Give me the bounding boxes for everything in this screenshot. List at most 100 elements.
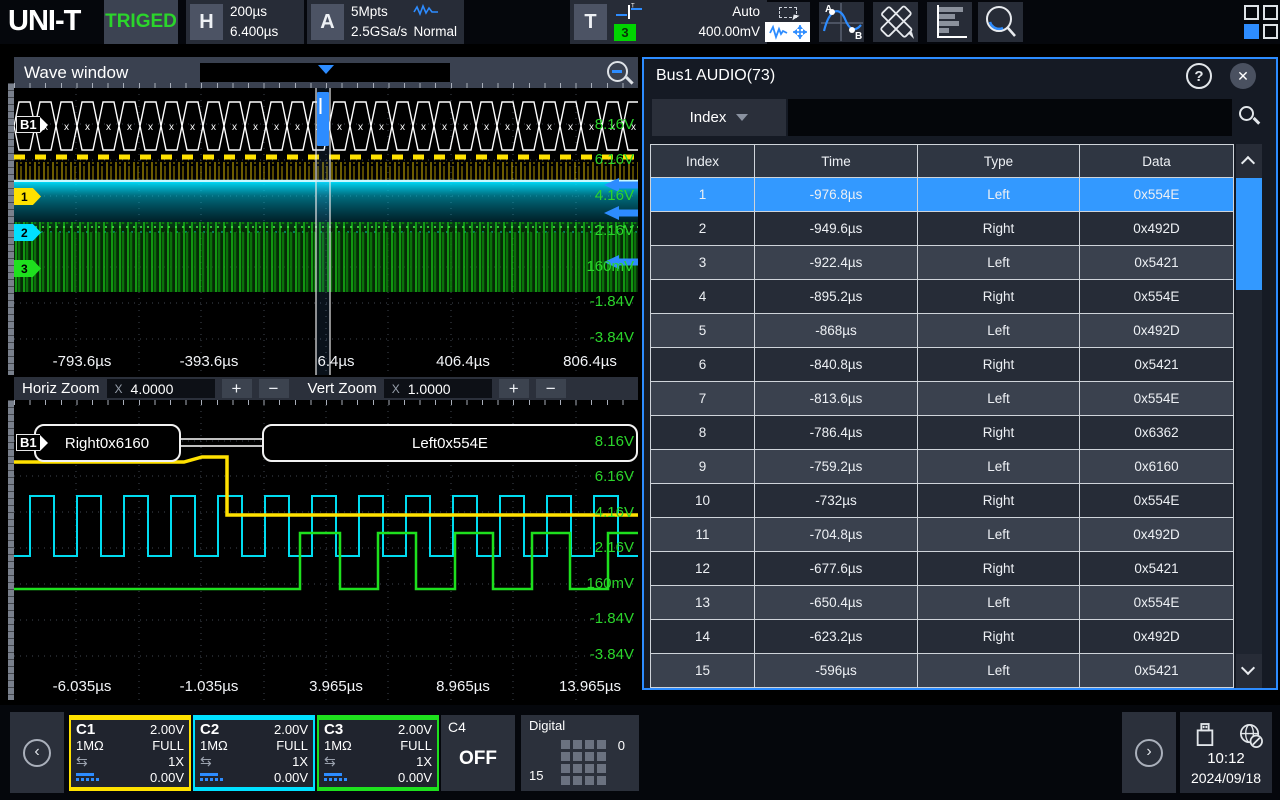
channel-3-card[interactable]: C32.00V 1MΩFULL ⇆1X 0.00V	[317, 715, 439, 791]
cell-index: 1	[650, 178, 755, 212]
table-row[interactable]: 14 -623.2µs Right 0x492D	[650, 620, 1234, 654]
dc-coupling-icon: ⇆	[200, 754, 210, 769]
cell-data: 0x492D	[1080, 314, 1234, 348]
vert-zoom-input[interactable]: X1.0000	[384, 379, 492, 398]
channel-2-card[interactable]: C22.00V 1MΩFULL ⇆1X 0.00V	[193, 715, 315, 791]
trigger-source-badge: 3	[614, 24, 636, 41]
cell-index: 4	[650, 280, 755, 314]
histogram-icon	[929, 3, 971, 41]
table-row[interactable]: 10 -732µs Right 0x554E	[650, 484, 1234, 518]
close-icon[interactable]: ✕	[1230, 63, 1256, 89]
table-scrollbar[interactable]	[1236, 144, 1262, 688]
acquire-settings-button[interactable]: A 5Mpts 2.5GSa/s Normal	[307, 0, 464, 44]
col-header-index: Index	[650, 144, 755, 178]
cell-type: Right	[918, 212, 1080, 246]
cell-type: Left	[918, 382, 1080, 416]
system-status-card[interactable]: 10:12 2024/09/18	[1180, 712, 1272, 793]
cell-type: Right	[918, 484, 1080, 518]
table-row[interactable]: 9 -759.2µs Left 0x6160	[650, 450, 1234, 484]
zoom-waveform-area[interactable]: Right0x6160 Left0x554E B1 8.16V6.16V 4.1…	[14, 405, 638, 700]
cell-type: Left	[918, 314, 1080, 348]
selection-rect-icon	[765, 2, 810, 22]
scroll-down-button[interactable]	[1236, 654, 1262, 688]
cell-type: Left	[918, 518, 1080, 552]
scroll-up-button[interactable]	[1236, 144, 1262, 178]
cell-data: 0x554E	[1080, 484, 1234, 518]
zoom-tool-button[interactable]	[978, 2, 1023, 42]
table-row[interactable]: 11 -704.8µs Left 0x492D	[650, 518, 1234, 552]
cursor-measure-button[interactable]: A B	[819, 2, 864, 42]
bandwidth-icon	[200, 773, 224, 782]
bus-decode-bubbles: Right0x6160 Left0x554E	[35, 425, 637, 461]
table-row[interactable]: 5 -868µs Left 0x492D	[650, 314, 1234, 348]
horiz-zoom-input[interactable]: X4.0000	[107, 379, 215, 398]
cell-data: 0x6160	[1080, 450, 1234, 484]
table-row[interactable]: 1 -976.8µs Left 0x554E	[650, 178, 1234, 212]
window-layout-button[interactable]	[1238, 2, 1280, 42]
table-row[interactable]: 2 -949.6µs Right 0x492D	[650, 212, 1234, 246]
cell-type: Left	[918, 654, 1080, 688]
col-header-data: Data	[1080, 144, 1234, 178]
horiz-zoom-increase-button[interactable]: +	[222, 379, 252, 398]
vert-zoom-label: Vert Zoom	[308, 380, 377, 397]
scroll-channels-right-button[interactable]: ›	[1122, 712, 1176, 793]
timebase-scale: 200µs	[230, 3, 278, 21]
usb-icon	[1194, 721, 1216, 749]
horizontal-key: H	[190, 4, 223, 40]
waveform-move-tool-button[interactable]	[765, 2, 810, 42]
zoom-out-icon[interactable]	[607, 61, 628, 82]
cell-index: 7	[650, 382, 755, 416]
timebase-delay: 6.400µs	[230, 23, 278, 41]
main-waveform-area[interactable]: x	[14, 88, 638, 375]
bandwidth-icon	[76, 773, 100, 782]
cell-index: 2	[650, 212, 755, 246]
statistics-button[interactable]	[927, 2, 972, 42]
vert-zoom-increase-button[interactable]: +	[499, 379, 529, 398]
zoom-region-cursor[interactable]	[316, 88, 330, 375]
table-row[interactable]: 4 -895.2µs Right 0x554E	[650, 280, 1234, 314]
cell-data: 0x492D	[1080, 212, 1234, 246]
trigger-status-badge: TRIGED	[104, 0, 178, 44]
table-row[interactable]: 3 -922.4µs Left 0x5421	[650, 246, 1234, 280]
channel-4-card[interactable]: C4 OFF	[441, 715, 515, 791]
cell-time: -976.8µs	[755, 178, 918, 212]
channel-1-card[interactable]: C12.00V 1MΩFULL ⇆1X 0.00V	[69, 715, 191, 791]
measure-button[interactable]	[873, 2, 918, 42]
wave-window-title: Wave window	[24, 63, 128, 83]
cell-time: -895.2µs	[755, 280, 918, 314]
trigger-settings-button[interactable]: T T 3 Auto 400.00mV	[570, 0, 767, 44]
search-button[interactable]	[1232, 99, 1268, 136]
bandwidth-icon	[324, 773, 348, 782]
cell-time: -949.6µs	[755, 212, 918, 246]
table-row[interactable]: 7 -813.6µs Left 0x554E	[650, 382, 1234, 416]
table-row[interactable]: 12 -677.6µs Right 0x5421	[650, 552, 1234, 586]
table-row[interactable]: 6 -840.8µs Right 0x5421	[650, 348, 1234, 382]
table-row[interactable]: 8 -786.4µs Right 0x6362	[650, 416, 1234, 450]
table-row[interactable]: 15 -596µs Left 0x5421	[650, 654, 1234, 688]
table-row[interactable]: 13 -650.4µs Left 0x554E	[650, 586, 1234, 620]
bus-decode-panel: Bus1 AUDIO(73) ? ✕ Index Index Time Type…	[642, 57, 1278, 690]
cell-data: 0x6362	[1080, 416, 1234, 450]
scrollbar-thumb[interactable]	[1236, 178, 1262, 290]
vert-zoom-decrease-button[interactable]: −	[536, 379, 566, 398]
waveform-navigation-bar[interactable]	[200, 63, 450, 82]
digital-channels-card[interactable]: Digital 0 15	[521, 715, 639, 791]
cell-type: Right	[918, 348, 1080, 382]
search-input[interactable]	[788, 99, 1232, 136]
horiz-zoom-decrease-button[interactable]: −	[259, 379, 289, 398]
horizontal-settings-button[interactable]: H 200µs 6.400µs	[186, 0, 304, 44]
scroll-channels-left-button[interactable]: ‹	[10, 712, 64, 793]
cell-time: -596µs	[755, 654, 918, 688]
cell-data: 0x554E	[1080, 178, 1234, 212]
bus-b1-tag[interactable]: B1	[16, 116, 48, 133]
zoom-bus-b1-tag[interactable]: B1	[16, 434, 48, 451]
clock-time: 10:12	[1180, 750, 1272, 767]
network-disconnected-icon	[1237, 722, 1264, 749]
search-field-dropdown[interactable]: Index	[652, 99, 786, 136]
chevron-left-icon: ‹	[23, 739, 51, 767]
svg-text:A: A	[825, 4, 832, 15]
cell-index: 3	[650, 246, 755, 280]
trigger-position-marker[interactable]	[318, 65, 334, 74]
help-icon[interactable]: ?	[1186, 63, 1212, 89]
cell-data: 0x5421	[1080, 654, 1234, 688]
